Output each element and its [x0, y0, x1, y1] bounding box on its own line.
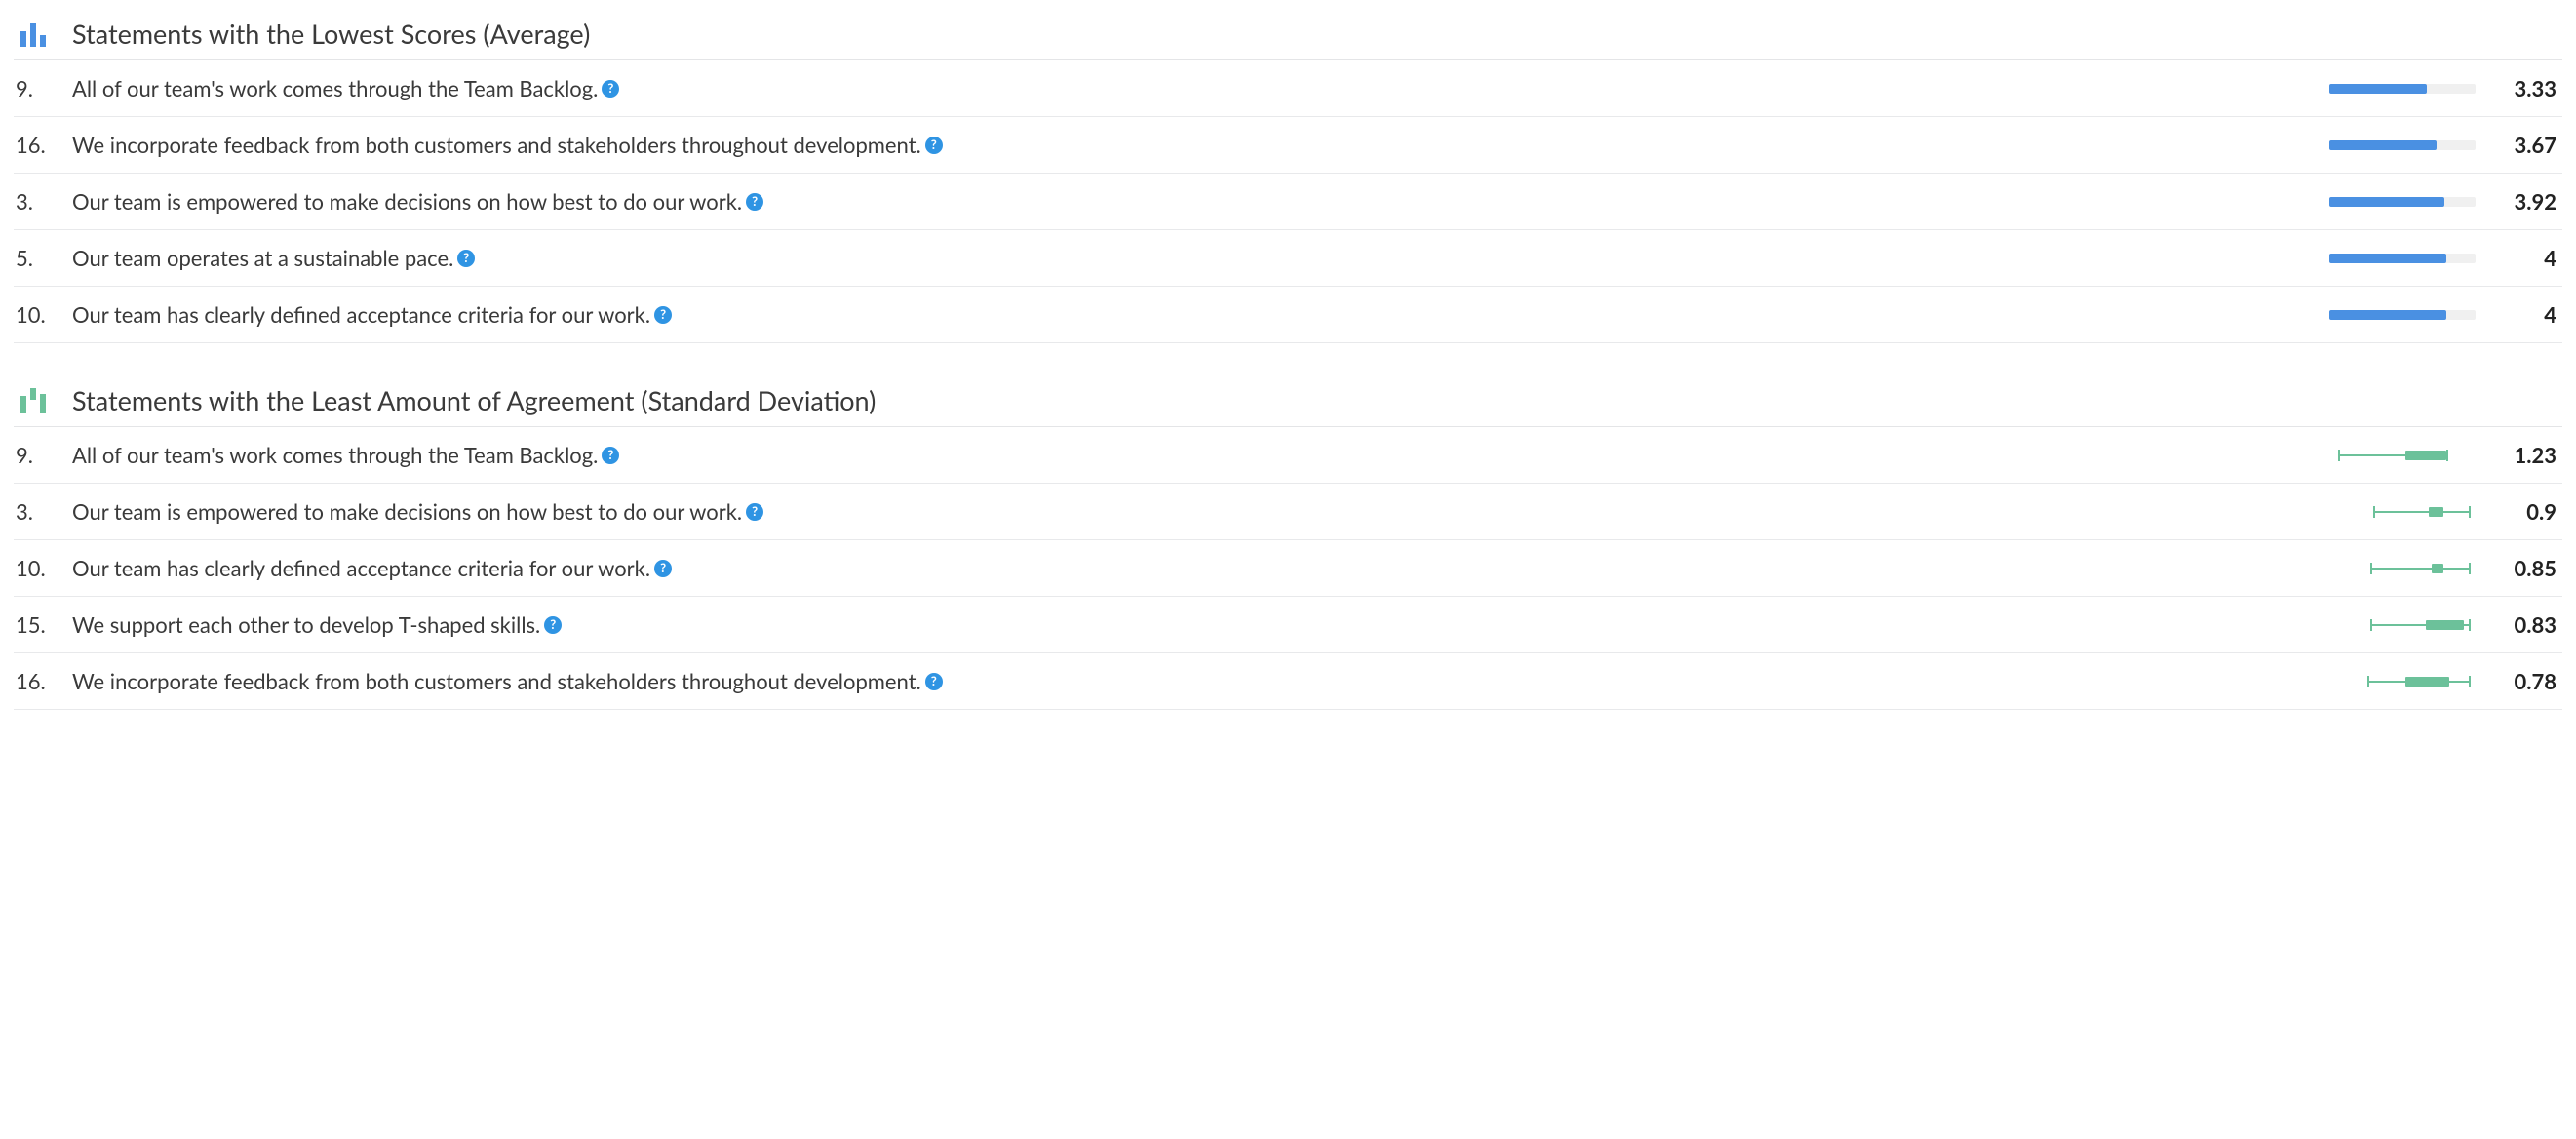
statement-row: 9. All of our team's work comes through t… — [14, 60, 2562, 117]
section: Statements with the Least Amount of Agre… — [14, 378, 2562, 710]
deviation-whisker — [2329, 673, 2476, 690]
deviation-whisker — [2329, 503, 2476, 521]
help-icon[interactable]: ? — [544, 616, 562, 634]
statement-text: We incorporate feedback from both custom… — [72, 668, 921, 694]
statement-number: 10. — [14, 301, 53, 328]
help-icon[interactable]: ? — [457, 250, 475, 267]
viz-cell — [2324, 673, 2480, 690]
score-value: 3.33 — [2500, 75, 2562, 101]
viz-cell — [2324, 616, 2480, 634]
section-header: Statements with the Lowest Scores (Avera… — [14, 12, 2562, 60]
statement-text: Our team has clearly defined acceptance … — [72, 301, 650, 328]
deviation-chart-icon — [19, 388, 48, 413]
statement-text: All of our team's work comes through the… — [72, 442, 598, 468]
score-value: 0.83 — [2500, 611, 2562, 638]
statement-number: 16. — [14, 132, 53, 158]
statement-number: 9. — [14, 442, 53, 468]
help-icon[interactable]: ? — [602, 80, 619, 98]
deviation-whisker — [2329, 616, 2476, 634]
viz-cell — [2324, 503, 2480, 521]
statement-number: 3. — [14, 188, 53, 215]
score-bar — [2329, 254, 2476, 263]
statement-text-cell: All of our team's work comes through the… — [72, 75, 2305, 101]
statement-text-cell: Our team is empowered to make decisions … — [72, 498, 2305, 525]
statement-text-cell: All of our team's work comes through the… — [72, 442, 2305, 468]
viz-cell — [2324, 84, 2480, 94]
statement-row: 10. Our team has clearly defined acceptan… — [14, 287, 2562, 343]
statement-number: 5. — [14, 245, 53, 271]
viz-cell — [2324, 197, 2480, 207]
viz-cell — [2324, 447, 2480, 464]
viz-cell — [2324, 310, 2480, 320]
help-icon[interactable]: ? — [925, 673, 943, 690]
statement-text-cell: We incorporate feedback from both custom… — [72, 668, 2305, 694]
score-value: 4 — [2500, 301, 2562, 328]
statement-number: 10. — [14, 555, 53, 581]
statement-row: 3. Our team is empowered to make decision… — [14, 174, 2562, 230]
statement-row: 10. Our team has clearly defined acceptan… — [14, 540, 2562, 597]
viz-cell — [2324, 140, 2480, 150]
statement-row: 15. We support each other to develop T-sh… — [14, 597, 2562, 653]
statement-row: 16. We incorporate feedback from both cus… — [14, 117, 2562, 174]
statement-text: Our team is empowered to make decisions … — [72, 498, 742, 525]
score-bar — [2329, 84, 2476, 94]
statement-row: 5. Our team operates at a sustainable pac… — [14, 230, 2562, 287]
statement-text-cell: We support each other to develop T-shape… — [72, 611, 2305, 638]
score-bar — [2329, 310, 2476, 320]
statement-text: We incorporate feedback from both custom… — [72, 132, 921, 158]
statement-row: 9. All of our team's work comes through t… — [14, 427, 2562, 484]
score-value: 0.85 — [2500, 555, 2562, 581]
score-value: 3.67 — [2500, 132, 2562, 158]
help-icon[interactable]: ? — [925, 137, 943, 154]
score-value: 3.92 — [2500, 188, 2562, 215]
statement-text: Our team operates at a sustainable pace. — [72, 245, 453, 271]
score-value: 0.78 — [2500, 668, 2562, 694]
section: Statements with the Lowest Scores (Avera… — [14, 12, 2562, 343]
statement-text-cell: Our team is empowered to make decisions … — [72, 188, 2305, 215]
score-value: 0.9 — [2500, 498, 2562, 525]
help-icon[interactable]: ? — [602, 447, 619, 464]
score-bar — [2329, 140, 2476, 150]
statement-text-cell: Our team operates at a sustainable pace.… — [72, 245, 2305, 271]
section-header: Statements with the Least Amount of Agre… — [14, 378, 2562, 427]
section-title: Statements with the Least Amount of Agre… — [72, 384, 876, 416]
statement-number: 9. — [14, 75, 53, 101]
score-value: 4 — [2500, 245, 2562, 271]
statement-text: Our team has clearly defined acceptance … — [72, 555, 650, 581]
statement-text: All of our team's work comes through the… — [72, 75, 598, 101]
statement-row: 3. Our team is empowered to make decision… — [14, 484, 2562, 540]
section-title: Statements with the Lowest Scores (Avera… — [72, 18, 590, 50]
viz-cell — [2324, 560, 2480, 577]
statement-number: 3. — [14, 498, 53, 525]
deviation-whisker — [2329, 447, 2476, 464]
help-icon[interactable]: ? — [654, 560, 672, 577]
deviation-whisker — [2329, 560, 2476, 577]
statement-text-cell: Our team has clearly defined acceptance … — [72, 301, 2305, 328]
statement-text-cell: We incorporate feedback from both custom… — [72, 132, 2305, 158]
statement-number: 15. — [14, 611, 53, 638]
score-value: 1.23 — [2500, 442, 2562, 468]
statement-row: 16. We incorporate feedback from both cus… — [14, 653, 2562, 710]
score-bar — [2329, 197, 2476, 207]
statement-text: We support each other to develop T-shape… — [72, 611, 540, 638]
viz-cell — [2324, 254, 2480, 263]
help-icon[interactable]: ? — [746, 503, 763, 521]
bar-chart-icon — [19, 21, 48, 47]
statement-text: Our team is empowered to make decisions … — [72, 188, 742, 215]
statement-text-cell: Our team has clearly defined acceptance … — [72, 555, 2305, 581]
help-icon[interactable]: ? — [654, 306, 672, 324]
help-icon[interactable]: ? — [746, 193, 763, 211]
statement-number: 16. — [14, 668, 53, 694]
